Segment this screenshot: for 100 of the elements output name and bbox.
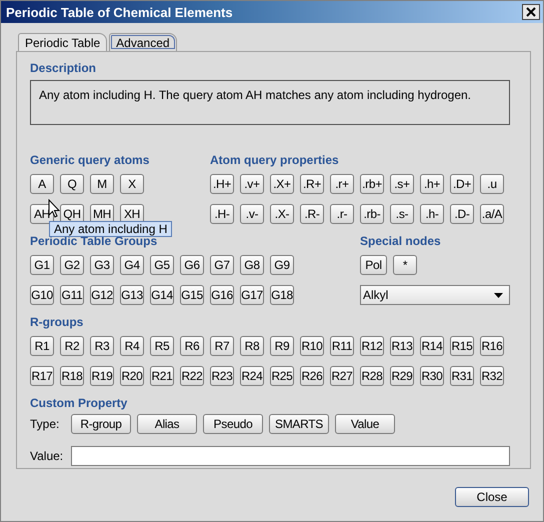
node-button[interactable]: * [393,255,417,275]
query-button[interactable]: R21 [150,366,174,386]
query-button[interactable]: G2 [60,255,84,275]
query-button[interactable]: G12 [90,285,114,305]
query-button[interactable]: R24 [240,366,264,386]
query-button[interactable]: G10 [30,285,54,305]
query-button[interactable]: R3 [90,336,114,356]
query-button[interactable]: .R+ [300,174,324,194]
query-button[interactable]: .D+ [450,174,474,194]
section-heading: Periodic Table Groups [30,234,158,248]
query-button[interactable]: .X+ [270,174,294,194]
value-field[interactable] [71,446,510,466]
query-button[interactable]: .s+ [390,174,414,194]
query-button[interactable]: R11 [330,336,354,356]
query-button[interactable]: R26 [300,366,324,386]
query-button[interactable]: R20 [120,366,144,386]
query-button[interactable]: G8 [240,255,264,275]
query-button[interactable]: G15 [180,285,204,305]
mouse-pointer-icon [48,199,60,218]
query-button[interactable]: G6 [180,255,204,275]
query-button[interactable]: .rb+ [360,174,384,194]
section-heading: Atom query properties [210,153,340,167]
query-button[interactable]: .D- [450,204,474,224]
query-button[interactable]: .u [480,174,504,194]
query-button[interactable]: G3 [90,255,114,275]
query-button[interactable]: G16 [210,285,234,305]
value-label: Value: [30,449,64,463]
query-button[interactable]: R27 [330,366,354,386]
query-button[interactable]: R8 [240,336,264,356]
query-button[interactable]: .X- [270,204,294,224]
query-button[interactable]: R5 [150,336,174,356]
type-button[interactable]: Alias [137,414,197,434]
close-button[interactable]: Close [455,487,529,507]
query-button[interactable]: .v+ [240,174,264,194]
type-button[interactable]: Pseudo [203,414,263,434]
description-text: Any atom including H. The query atom AH matches any atom including hydrogen. [30,80,510,125]
query-button[interactable]: R9 [270,336,294,356]
query-button[interactable]: .v- [240,204,264,224]
query-button[interactable]: R14 [420,336,444,356]
query-button[interactable]: G1 [30,255,54,275]
query-button[interactable]: R1 [30,336,54,356]
query-button[interactable]: X [120,174,144,194]
query-button[interactable]: R19 [90,366,114,386]
query-button[interactable]: R18 [60,366,84,386]
query-button[interactable]: G17 [240,285,264,305]
section-heading: Description [30,61,98,75]
query-button[interactable]: R31 [450,366,474,386]
query-button[interactable]: R17 [30,366,54,386]
query-button[interactable]: G4 [120,255,144,275]
query-button[interactable]: R4 [120,336,144,356]
query-button[interactable]: R7 [210,336,234,356]
query-button[interactable]: R2 [60,336,84,356]
type-label: Type: [30,417,60,431]
section-heading: Special nodes [360,234,442,248]
query-button[interactable]: R12 [360,336,384,356]
query-button[interactable]: G5 [150,255,174,275]
query-button[interactable]: R22 [180,366,204,386]
query-button[interactable]: R6 [180,336,204,356]
node-button[interactable]: Pol [360,255,387,275]
query-button[interactable]: .H- [210,204,234,224]
query-button[interactable]: R29 [390,366,414,386]
query-button[interactable]: R25 [270,366,294,386]
query-button[interactable]: R23 [210,366,234,386]
type-button[interactable]: SMARTS [269,414,329,434]
query-button[interactable]: G7 [210,255,234,275]
query-button[interactable]: G13 [120,285,144,305]
query-button[interactable]: .h+ [420,174,444,194]
query-button[interactable]: M [90,174,114,194]
query-button[interactable]: R32 [480,366,504,386]
query-button[interactable]: Q [60,174,84,194]
section-heading: Custom Property [30,396,128,410]
tab[interactable]: Advanced [109,33,177,51]
query-button[interactable]: .s- [390,204,414,224]
window-title: Periodic Table of Chemical Elements [6,4,233,20]
close-button[interactable] [522,4,540,20]
query-button[interactable]: .R- [300,204,324,224]
query-button[interactable]: A [30,174,54,194]
query-button[interactable]: .a/A [480,204,504,224]
query-button[interactable]: .r- [330,204,354,224]
query-button[interactable]: R30 [420,366,444,386]
section-heading: Generic query atoms [30,153,150,167]
query-button[interactable]: R28 [360,366,384,386]
query-button[interactable]: G18 [270,285,294,305]
query-button[interactable]: R13 [390,336,414,356]
dropdown[interactable]: Alkyl [360,285,510,305]
query-button[interactable]: R10 [300,336,324,356]
query-button[interactable]: .h- [420,204,444,224]
query-button[interactable]: R16 [480,336,504,356]
caret-icon [494,292,503,298]
section-heading: R-groups [30,315,84,329]
query-button[interactable]: .H+ [210,174,234,194]
type-button[interactable]: R-group [71,414,131,434]
type-button[interactable]: Value [335,414,395,434]
query-button[interactable]: G9 [270,255,294,275]
query-button[interactable]: .r+ [330,174,354,194]
query-button[interactable]: R15 [450,336,474,356]
tab[interactable]: Periodic Table [18,33,108,51]
query-button[interactable]: G11 [60,285,84,305]
query-button[interactable]: .rb- [360,204,384,224]
query-button[interactable]: G14 [150,285,174,305]
